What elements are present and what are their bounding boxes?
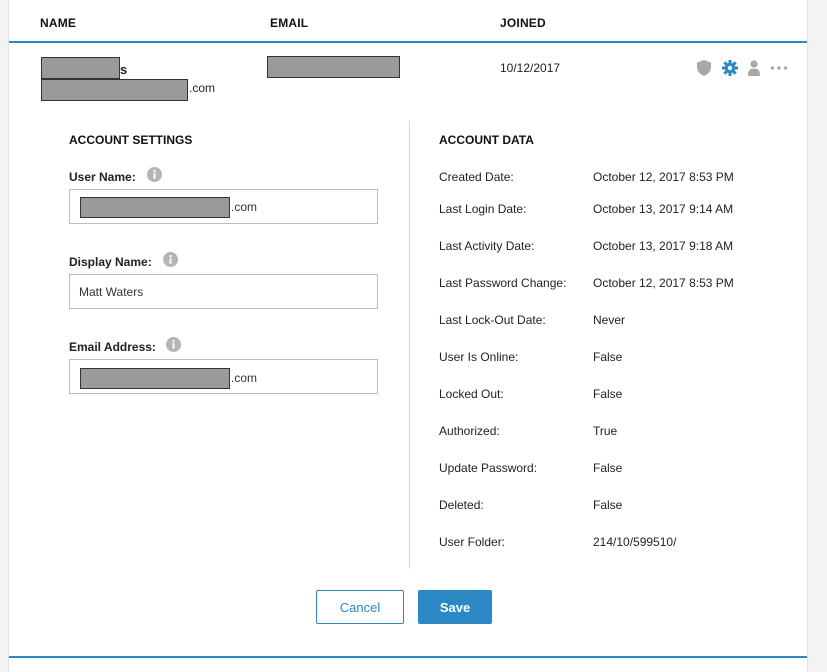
- more-icon[interactable]: [770, 60, 788, 76]
- account-data-value: October 13, 2017 9:18 AM: [593, 239, 734, 253]
- account-data-title: ACCOUNT DATA: [439, 133, 534, 147]
- header-divider: [9, 41, 807, 43]
- account-data-label: Last Login Date:: [439, 202, 527, 216]
- section-divider: [409, 121, 410, 569]
- account-data-value: October 13, 2017 9:14 AM: [593, 202, 734, 216]
- user-detail-panel: NAME EMAIL JOINED s .com 10/12/2017 ACCO…: [8, 0, 808, 672]
- user-name-input[interactable]: .com: [69, 189, 378, 224]
- account-data-value: Never: [593, 313, 626, 327]
- email-suffix-text: .com: [231, 371, 258, 385]
- user-name-label: User Name:: [69, 170, 136, 184]
- account-data-label: Last Activity Date:: [439, 239, 535, 253]
- account-data-label: Deleted:: [439, 498, 484, 512]
- cancel-button[interactable]: Cancel: [316, 590, 404, 624]
- redacted-email-address: [80, 368, 230, 389]
- save-button[interactable]: Save: [418, 590, 492, 624]
- redacted-name: [41, 57, 120, 79]
- account-data-value: False: [593, 350, 623, 364]
- display-name-value: Matt Waters: [79, 285, 144, 299]
- account-data-label: User Folder:: [439, 535, 506, 549]
- redacted-email: [267, 56, 400, 78]
- account-data-label: Authorized:: [439, 424, 500, 438]
- account-data-label: User Is Online:: [439, 350, 519, 364]
- column-header-name[interactable]: NAME: [40, 16, 76, 30]
- account-data-label: Update Password:: [439, 461, 538, 475]
- info-icon[interactable]: [147, 167, 162, 182]
- column-header-joined[interactable]: JOINED: [500, 16, 546, 30]
- account-data-label: Last Password Change:: [439, 276, 567, 290]
- redacted-user-name: [80, 197, 230, 218]
- user-name-suffix: s: [120, 62, 128, 77]
- account-data-label: Last Lock-Out Date:: [439, 313, 546, 327]
- account-data-value: False: [593, 461, 623, 475]
- account-data-value: 214/10/599510/: [593, 535, 677, 549]
- shield-icon[interactable]: [697, 60, 711, 76]
- account-data-value: False: [593, 498, 623, 512]
- email-address-label: Email Address:: [69, 340, 156, 354]
- account-settings-title: ACCOUNT SETTINGS: [69, 133, 193, 147]
- info-icon[interactable]: [163, 252, 178, 267]
- email-address-input[interactable]: .com: [69, 359, 378, 394]
- account-data-value: October 12, 2017 8:53 PM: [593, 170, 734, 184]
- account-data-value: True: [593, 424, 618, 438]
- redacted-name-email: [41, 79, 188, 101]
- account-data-label: Created Date:: [439, 170, 514, 184]
- user-joined-date: 10/12/2017: [500, 61, 561, 75]
- person-icon[interactable]: [747, 60, 761, 76]
- account-data-label: Locked Out:: [439, 387, 504, 401]
- account-data-value: False: [593, 387, 623, 401]
- footer-divider: [9, 656, 807, 658]
- gear-icon[interactable]: [722, 60, 738, 76]
- column-header-email[interactable]: EMAIL: [270, 16, 308, 30]
- display-name-input[interactable]: Matt Waters: [69, 274, 378, 309]
- user-name-suffix-text: .com: [231, 200, 258, 214]
- display-name-label: Display Name:: [69, 255, 152, 269]
- info-icon[interactable]: [166, 337, 181, 352]
- user-name-email-suffix: .com: [189, 81, 216, 95]
- account-data-value: October 12, 2017 8:53 PM: [593, 276, 734, 290]
